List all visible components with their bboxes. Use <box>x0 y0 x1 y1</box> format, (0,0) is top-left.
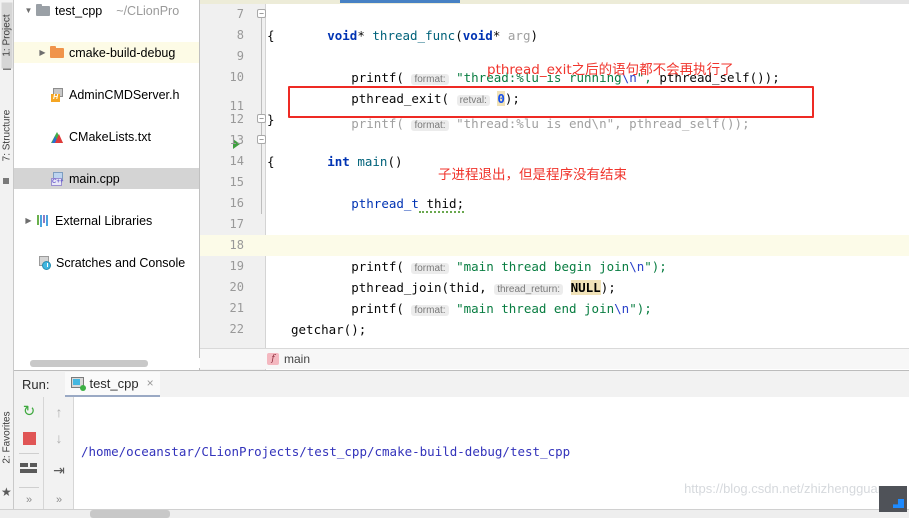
code-line-8: 8 { <box>200 25 909 46</box>
line-number: 15 <box>229 175 244 189</box>
scroll-up-icon[interactable]: ↑ <box>50 403 68 421</box>
project-tree-horizontal-scrollbar[interactable] <box>14 358 200 368</box>
cpp-file-icon: C++ <box>49 171 66 186</box>
tree-item-external-libraries[interactable]: ▶ External Libraries <box>14 210 199 231</box>
run-tab-label: test_cpp <box>89 375 139 391</box>
tree-item-main-cpp[interactable]: C++ main.cpp <box>14 168 199 189</box>
annotation-child-process: 子进程退出，但是程序没有结束 <box>438 167 627 183</box>
code-line-21: 21 <box>200 298 909 319</box>
line-number: 9 <box>236 49 244 63</box>
tree-item-label: AdminCMDServer.h <box>69 87 180 102</box>
run-console-output[interactable]: /home/oceanstar/CLionProjects/test_cpp/c… <box>75 397 909 518</box>
scroll-down-icon[interactable]: ↓ <box>50 429 68 447</box>
structure-strip-dot <box>3 178 9 184</box>
chevron-right-icon[interactable]: ▶ <box>36 48 49 57</box>
print-icon[interactable] <box>20 461 38 479</box>
code-text: getchar(); <box>291 322 367 337</box>
folder-orange-icon <box>49 45 66 60</box>
run-toolbar-left: ↻ » <box>14 397 44 518</box>
stop-icon[interactable] <box>20 429 38 447</box>
vertical-tab-project[interactable]: 1: Project <box>1 2 13 69</box>
code-line-7: 7 void* thread_func(void* arg) <box>200 4 909 43</box>
scratches-icon <box>36 255 53 270</box>
tree-item-label: Scratches and Console <box>56 255 186 270</box>
annotation-red-box <box>288 86 814 118</box>
close-icon[interactable]: × <box>147 376 154 390</box>
code-text: } <box>267 112 275 127</box>
cmake-file-icon <box>49 129 66 144</box>
tree-item-admincmdserver-h[interactable]: H AdminCMDServer.h <box>14 84 199 105</box>
line-number: 13 <box>229 133 244 147</box>
line-number: 16 <box>229 196 244 210</box>
soft-wrap-icon[interactable]: ⇥ <box>50 461 68 479</box>
line-number: 21 <box>229 301 244 315</box>
code-text: { <box>267 28 275 43</box>
clion-ide-window: 1: Project 7: Structure 2: Favorites ★ ▼… <box>0 0 909 518</box>
line-number: 17 <box>229 217 244 231</box>
tree-item-cmakelists-txt[interactable]: CMakeLists.txt <box>14 126 199 147</box>
tree-item-scratches-and-consoles[interactable]: Scratches and Console <box>14 252 199 273</box>
vertical-tab-structure[interactable]: 7: Structure <box>2 103 13 169</box>
code-line-18: 18 printf( format: "main thread begin jo… <box>200 235 909 274</box>
breadcrumb[interactable]: f main <box>200 348 909 369</box>
favorites-star-icon: ★ <box>1 485 12 499</box>
rerun-icon[interactable]: ↻ <box>20 403 38 421</box>
tree-item-label: test_cpp <box>55 3 103 18</box>
run-configuration-icon <box>71 376 87 391</box>
run-panel-header: Run: test_cpp × <box>14 371 909 397</box>
chevron-down-icon[interactable]: ▼ <box>22 6 35 15</box>
code-line-20: 20 printf( format: "main thread end join… <box>200 277 909 316</box>
line-number: 7 <box>236 7 244 21</box>
watermark-logo-icon <box>879 486 907 512</box>
run-toolbar-right: ↑ ↓ ⇥ » <box>44 397 74 518</box>
code-line-16: 16 <box>200 193 909 214</box>
active-tab-indicator <box>340 0 460 3</box>
folder-gray-icon <box>35 3 52 18</box>
tree-item-cmake-build-debug[interactable]: ▶ cmake-build-debug <box>14 42 199 63</box>
tree-item-label: External Libraries <box>55 213 153 228</box>
function-icon: f <box>267 353 279 365</box>
chevron-right-icon[interactable]: ▶ <box>22 216 35 225</box>
line-number: 14 <box>229 154 244 168</box>
project-tree-panel: ▼ test_cpp ~/CLionPro ▶ cmake-build-debu… <box>14 0 200 370</box>
tree-item-label: CMakeLists.txt <box>69 129 151 144</box>
libraries-icon <box>35 213 52 228</box>
code-line-17: 17 pthread_create(&thid, attr: NULL, thr… <box>200 214 909 253</box>
breadcrumb-label[interactable]: main <box>284 352 310 366</box>
code-text: { <box>267 154 275 169</box>
watermark-text: https://blog.csdn.net/zhizhengguan <box>684 481 885 496</box>
run-console-horizontal-scrollbar[interactable] <box>90 510 170 518</box>
line-number: 22 <box>229 322 244 336</box>
code-line-19: 19 pthread_join(thid, thread_return: NUL… <box>200 256 909 295</box>
line-number: 12 <box>229 112 244 126</box>
line-number: 18 <box>229 238 244 252</box>
run-tab-test-cpp[interactable]: test_cpp × <box>65 371 160 397</box>
left-tool-strip: 1: Project 7: Structure 2: Favorites ★ <box>0 0 14 518</box>
line-number: 20 <box>229 280 244 294</box>
code-editor: − − − 7 void* thread_func(void* arg) 8 {… <box>200 0 909 370</box>
line-number: 19 <box>229 259 244 273</box>
tree-item-label: cmake-build-debug <box>69 45 176 60</box>
vertical-tab-favorites[interactable]: 2: Favorites <box>2 405 13 471</box>
header-file-icon: H <box>49 87 66 102</box>
tree-item-test-cpp[interactable]: ▼ test_cpp ~/CLionPro <box>14 0 199 21</box>
annotation-pthread-exit: pthread_exit之后的语句都不会再执行了 <box>487 62 734 78</box>
console-line-path: /home/oceanstar/CLionProjects/test_cpp/c… <box>81 444 571 459</box>
code-line-22: 22 getchar(); <box>200 319 909 340</box>
line-number: 10 <box>229 70 244 84</box>
code-line-13: 13 int main() <box>200 130 909 169</box>
line-number: 8 <box>236 28 244 42</box>
toolbar-divider-2 <box>19 487 39 488</box>
tree-item-path: ~/CLionPro <box>116 3 180 18</box>
tree-item-label: main.cpp <box>69 171 120 186</box>
toolbar-divider <box>19 453 39 454</box>
run-panel-label: Run: <box>22 376 50 392</box>
